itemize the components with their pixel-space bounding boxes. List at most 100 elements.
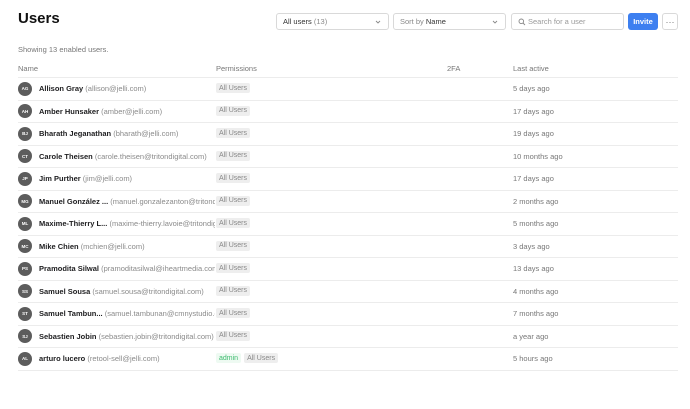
last-active: 5 hours ago [513,354,553,363]
permission-badge: All Users [216,83,251,93]
user-name: Jim Purther [39,174,81,183]
user-row[interactable]: MG Manuel González ... (manuel.gonzaleza… [18,191,678,213]
permissions-cell: All Users [216,173,251,183]
last-active: a year ago [513,331,549,341]
sort-value: Name [425,17,446,26]
header-last-active[interactable]: Last active [513,64,549,73]
user-name: Maxime-Thierry L... [39,219,108,228]
user-email: (sebastien.jobin@tritondigital.com) [98,331,214,341]
avatar: MG [18,194,32,208]
permissions-cell: All Users [216,263,251,273]
last-active: 4 months ago [513,286,559,296]
user-email: (amber@jelli.com) [101,106,163,116]
last-active: 17 days ago [513,106,554,116]
permissions-cell: All Users [216,330,251,341]
permission-badge: All Users [244,353,279,363]
user-row[interactable]: JP Jim Purther (jim@jelli.com) All Users… [18,168,678,191]
more-options-button[interactable]: ··· [662,13,678,30]
avatar: BJ [18,126,32,141]
user-email: (samuel.sousa@tritondigital.com) [92,286,204,296]
user-row[interactable]: MC Mike Chien (mchien@jelli.com) All Use… [18,236,678,258]
sort-select[interactable]: Sort by Name [393,13,506,30]
users-count-text: Showing 13 enabled users. [18,45,109,54]
user-identity: arturo lucero (retool-sell@jelli.com) [39,354,215,363]
user-row[interactable]: AH Amber Hunsaker (amber@jelli.com) All … [18,101,678,123]
permissions-cell: All Users [216,285,251,296]
user-email: (bharath@jelli.com) [113,129,179,138]
user-name: Manuel González ... [39,196,109,206]
permission-badge: All Users [216,195,251,206]
search-input[interactable] [528,15,620,28]
user-row[interactable]: PS Pramodita Silwal (pramoditasilwal@ihe… [18,258,678,281]
user-row[interactable]: AG Allison Gray (allison@jelli.com) All … [18,78,678,101]
permission-badge: All Users [216,105,251,116]
avatar: AL [18,351,32,366]
user-name: Carole Theisen [39,151,93,161]
chevron-down-icon [492,20,498,24]
user-email: (allison@jelli.com) [85,84,147,93]
search-box[interactable] [511,13,624,30]
permissions-cell: All Users [216,218,251,228]
last-active: 5 months ago [513,219,559,228]
permission-badge: All Users [216,285,251,296]
permission-badge: All Users [216,150,251,161]
filter-count: (13) [313,17,328,26]
permissions-cell: All Users [216,128,251,138]
permission-badge: All Users [216,218,251,228]
invite-button[interactable]: Invite [628,13,658,30]
avatar: SJ [18,329,32,343]
page-title: Users [18,10,60,27]
avatar: ST [18,306,32,321]
user-row[interactable]: SJ Sebastien Jobin (sebastien.jobin@trit… [18,326,678,348]
permission-badge: All Users [216,330,251,341]
avatar: MC [18,239,32,253]
permissions-cell: All Users [216,195,251,206]
user-email: (retool-sell@jelli.com) [87,354,160,363]
permissions-cell: All Users [216,308,251,318]
avatar: JP [18,171,32,186]
chevron-down-icon [375,20,381,24]
table-header: Name Permissions 2FA Last active [18,60,678,78]
last-active: 5 days ago [513,84,550,93]
user-row[interactable]: ST Samuel Tambun... (samuel.tambunan@cmn… [18,303,678,326]
user-identity: Mike Chien (mchien@jelli.com) [39,242,215,251]
sort-prefix: Sort by [400,17,424,26]
user-row[interactable]: ML Maxime-Thierry L... (maxime-thierry.l… [18,213,678,236]
last-active: 19 days ago [513,129,554,138]
user-name: Sebastien Jobin [39,331,97,341]
user-email: (jim@jelli.com) [82,174,133,183]
user-email: (maxime-thierry.lavoie@tritondigi... [109,219,215,228]
users-table: Name Permissions 2FA Last active AG Alli… [18,60,678,371]
user-name: Amber Hunsaker [39,106,100,116]
last-active: 13 days ago [513,264,554,273]
header-2fa[interactable]: 2FA [447,64,460,73]
avatar: AH [18,104,32,118]
user-identity: Maxime-Thierry L... (maxime-thierry.lavo… [39,219,215,228]
user-row[interactable]: BJ Bharath Jeganathan (bharath@jelli.com… [18,123,678,146]
user-identity: Samuel Sousa (samuel.sousa@tritondigital… [39,287,215,296]
user-row[interactable]: AL arturo lucero (retool-sell@jelli.com)… [18,348,678,371]
user-identity: Allison Gray (allison@jelli.com) [39,84,215,93]
last-active: 2 months ago [513,196,559,206]
header-permissions[interactable]: Permissions [216,64,257,73]
user-name: Pramodita Silwal [39,264,100,273]
user-name: Samuel Tambun... [39,309,103,318]
user-name: Samuel Sousa [39,286,91,296]
user-email: (carole.theisen@tritondigital.com) [94,151,207,161]
header-name[interactable]: Name [18,64,38,73]
user-name: Bharath Jeganathan [39,129,112,138]
avatar: SS [18,284,32,298]
user-email: (pramoditasilwal@iheartmedia.com) [101,264,215,273]
user-row[interactable]: SS Samuel Sousa (samuel.sousa@tritondigi… [18,281,678,303]
user-email: (manuel.gonzalezanton@tritondi... [110,196,215,206]
user-filter-select[interactable]: All users (13) [276,13,389,30]
permission-badge: All Users [216,240,251,251]
user-email: (mchien@jelli.com) [80,241,145,251]
user-email: (samuel.tambunan@cmnystudio.co... [104,309,215,318]
permission-badge: All Users [216,263,251,273]
permissions-cell: All Users [216,105,251,116]
permission-badge: All Users [216,173,251,183]
user-name: Allison Gray [39,84,84,93]
user-row[interactable]: CT Carole Theisen (carole.theisen@triton… [18,146,678,168]
avatar: ML [18,216,32,231]
